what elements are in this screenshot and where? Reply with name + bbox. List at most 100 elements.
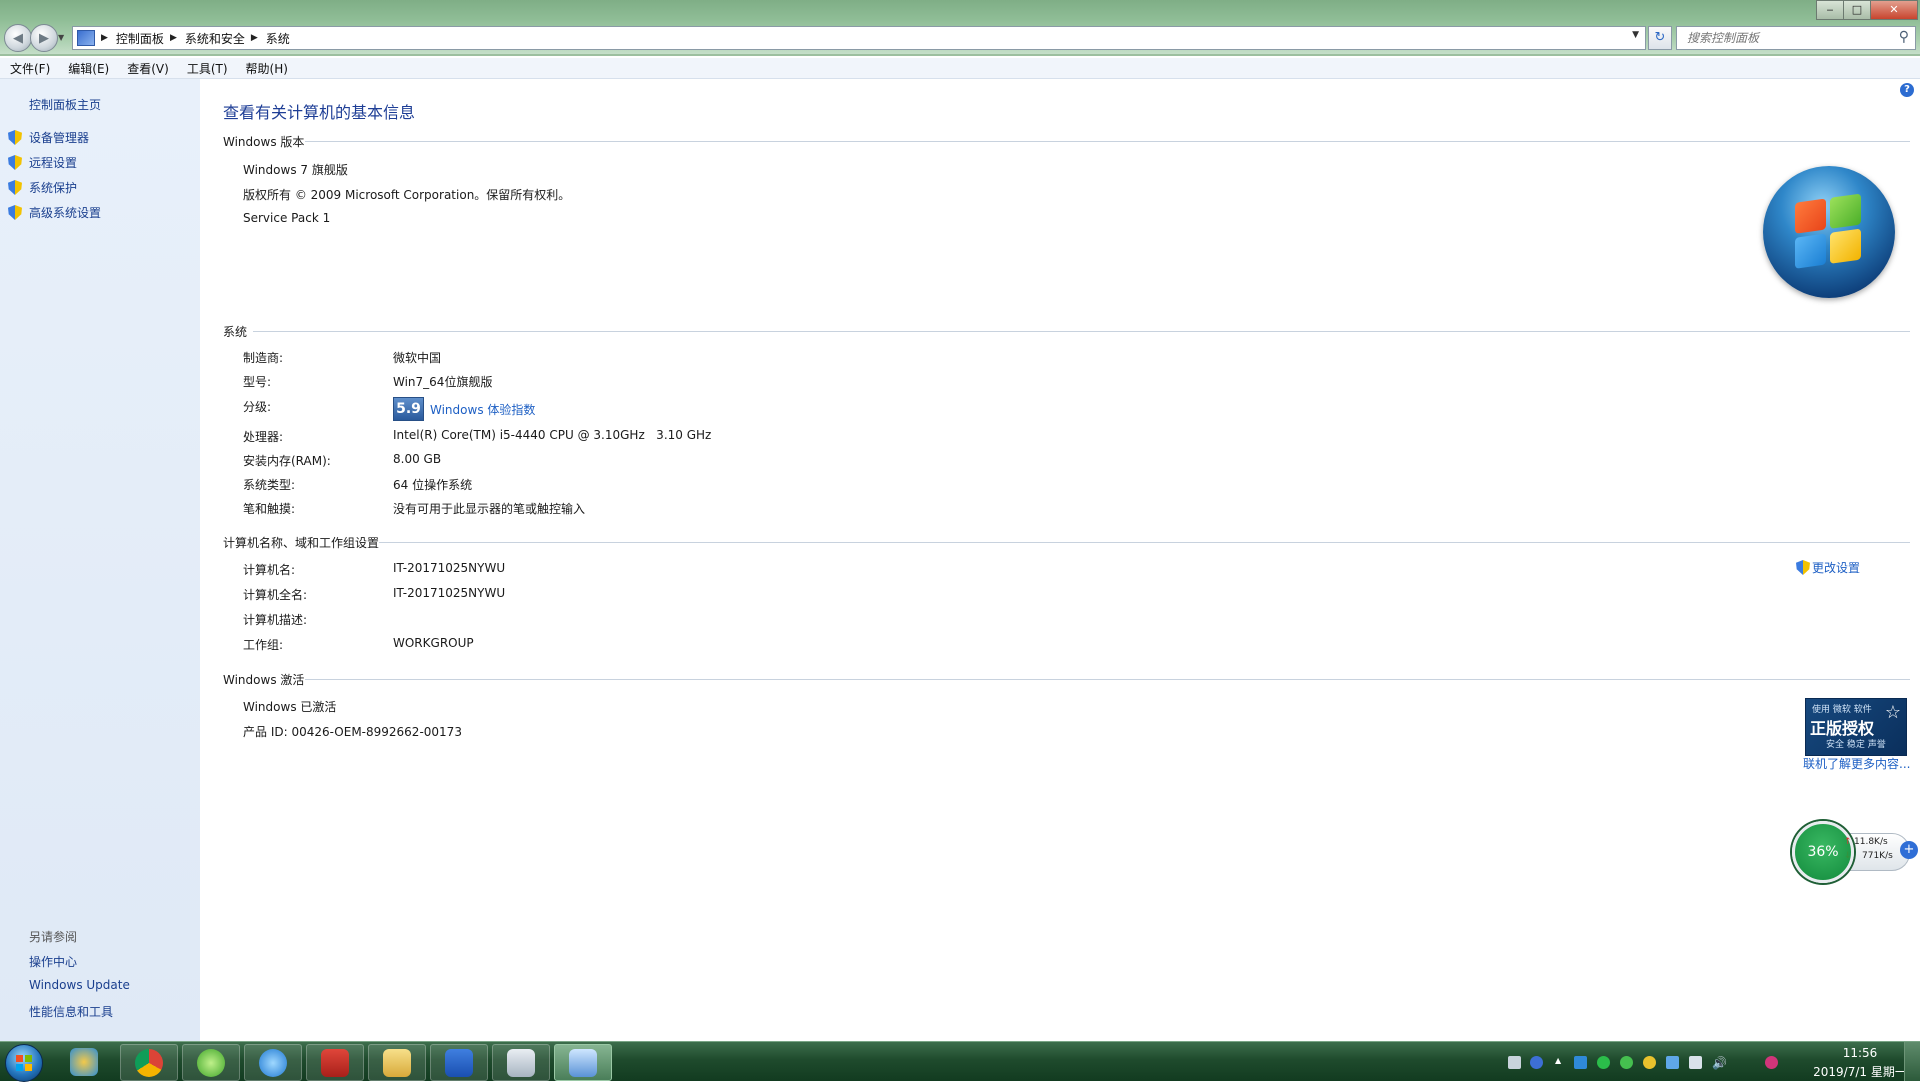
genuine-badge-main: 正版授权 bbox=[1810, 719, 1875, 738]
volume-icon[interactable]: 🔊 bbox=[1712, 1056, 1727, 1070]
accelerate-plus-icon[interactable]: + bbox=[1900, 841, 1918, 859]
search-box[interactable]: ⚲ bbox=[1676, 26, 1916, 50]
section-divider bbox=[253, 331, 1910, 332]
sidebar-home-link[interactable]: 控制面板主页 bbox=[29, 96, 101, 113]
see-also-heading: 另请参阅 bbox=[29, 930, 78, 944]
control-panel-icon bbox=[77, 30, 95, 46]
wps-writer-icon bbox=[445, 1048, 473, 1077]
breadcrumb-system-security[interactable]: 系统和安全 bbox=[185, 30, 245, 47]
see-also-windows-update[interactable]: Windows Update bbox=[29, 978, 130, 992]
back-button[interactable]: ◀ bbox=[4, 24, 32, 52]
help-icon[interactable]: ? bbox=[1900, 83, 1914, 97]
menu-tools[interactable]: 工具(T) bbox=[177, 60, 236, 77]
experience-index-rating[interactable]: 5.9 Windows 体验指数 bbox=[393, 397, 535, 421]
search-input[interactable] bbox=[1685, 30, 1894, 46]
show-hidden-icons-icon[interactable]: ▲ bbox=[1555, 1056, 1563, 1069]
sidebar-item-advanced-settings[interactable]: 高级系统设置 bbox=[8, 204, 101, 221]
chrome-icon bbox=[135, 1048, 163, 1077]
minimize-button[interactable]: ‒ bbox=[1816, 0, 1844, 20]
pink-tray-icon[interactable] bbox=[1765, 1056, 1778, 1069]
sidebar-item-label: 设备管理器 bbox=[29, 131, 90, 145]
section-divider bbox=[305, 141, 1910, 142]
window-titlebar: ◀ ▶ ▼ ▶ 控制面板 ▶ 系统和安全 ▶ 系统 ▼ ↻ ⚲ ‒ □ ✕ bbox=[0, 0, 1920, 56]
menu-help[interactable]: 帮助(H) bbox=[236, 60, 296, 77]
refresh-button[interactable]: ↻ bbox=[1648, 26, 1672, 50]
main-content: ? 查看有关计算机的基本信息 Windows 版本 Windows 7 旗舰版 … bbox=[200, 79, 1920, 1041]
menu-edit[interactable]: 编辑(E) bbox=[58, 60, 117, 77]
network-speed-widget[interactable]: 36% ↑ 11.8K/s ↓ 771K/s + bbox=[1792, 821, 1918, 883]
pen-touch-value: 没有可用于此显示器的笔或触控输入 bbox=[393, 502, 586, 516]
clock-date[interactable]: 2019/7/1 星期一 bbox=[1800, 1063, 1920, 1080]
computer-name-label: 计算机名: bbox=[243, 563, 296, 577]
service-pack: Service Pack 1 bbox=[243, 211, 331, 225]
upload-arrow-icon: ↑ bbox=[1844, 837, 1852, 847]
keyboard-icon[interactable] bbox=[1508, 1056, 1521, 1069]
wechat-icon[interactable] bbox=[1597, 1056, 1610, 1069]
full-computer-name-label: 计算机全名: bbox=[243, 588, 308, 602]
activation-status: Windows 已激活 bbox=[243, 700, 337, 714]
taskbar-app-explorer[interactable] bbox=[368, 1044, 426, 1081]
taskbar-app-security[interactable] bbox=[56, 1044, 112, 1079]
network-icon[interactable] bbox=[1689, 1056, 1702, 1069]
breadcrumb-separator-icon[interactable]: ▶ bbox=[170, 33, 177, 43]
taskbar-app-notes[interactable] bbox=[492, 1044, 550, 1081]
maximize-button[interactable]: □ bbox=[1843, 0, 1871, 20]
taskbar: ▲ 🔊 11:56 2019/7/1 星期一 bbox=[0, 1041, 1920, 1082]
taskbar-app-ie[interactable] bbox=[244, 1044, 302, 1081]
sidebar-item-system-protection[interactable]: 系统保护 bbox=[8, 179, 77, 196]
folder-icon bbox=[383, 1048, 411, 1077]
taskbar-app-redbag[interactable] bbox=[306, 1044, 364, 1081]
genuine-badge-bottom: 安全 稳定 声誉 bbox=[1826, 740, 1886, 750]
start-button[interactable] bbox=[5, 1044, 43, 1082]
recent-pages-dropdown-icon[interactable]: ▼ bbox=[58, 33, 64, 42]
download-manager-icon bbox=[197, 1048, 225, 1077]
processor-label: 处理器: bbox=[243, 430, 284, 444]
taskbar-app-chrome[interactable] bbox=[120, 1044, 178, 1081]
taskbar-app-control-panel[interactable] bbox=[554, 1044, 612, 1081]
change-settings-link[interactable]: 更改设置 bbox=[1796, 559, 1860, 576]
breadcrumb-system[interactable]: 系统 bbox=[266, 30, 290, 47]
rating-score-badge[interactable]: 5.9 bbox=[393, 397, 424, 421]
windows-flag-icon bbox=[16, 1055, 32, 1071]
taskbar-app-download-manager[interactable] bbox=[182, 1044, 240, 1081]
security-tray-icon[interactable] bbox=[1574, 1056, 1587, 1069]
sidebar-item-remote-settings[interactable]: 远程设置 bbox=[8, 154, 77, 171]
close-button[interactable]: ✕ bbox=[1870, 0, 1918, 20]
shield-tray-icon[interactable] bbox=[1666, 1056, 1679, 1069]
download-arrow-icon: ↓ bbox=[1844, 851, 1852, 861]
breadcrumb-separator-icon[interactable]: ▶ bbox=[251, 33, 258, 43]
see-also-performance-tools[interactable]: 性能信息和工具 bbox=[29, 1003, 113, 1020]
address-bar[interactable]: ▶ 控制面板 ▶ 系统和安全 ▶ 系统 ▼ bbox=[72, 26, 1646, 50]
system-section-heading: 系统 bbox=[223, 325, 248, 339]
search-icon[interactable]: ⚲ bbox=[1899, 29, 1909, 45]
windows-logo-icon bbox=[1763, 166, 1895, 298]
notes-icon bbox=[507, 1048, 535, 1077]
breadcrumb-separator-icon[interactable]: ▶ bbox=[101, 33, 108, 43]
clock-time[interactable]: 11:56 bbox=[1828, 1046, 1892, 1060]
forward-button[interactable]: ▶ bbox=[30, 24, 58, 52]
green-tray-icon[interactable] bbox=[1620, 1056, 1633, 1069]
experience-index-link[interactable]: Windows 体验指数 bbox=[430, 401, 535, 418]
workgroup-label: 工作组: bbox=[243, 638, 284, 652]
computer-name-section-heading: 计算机名称、域和工作组设置 bbox=[223, 536, 380, 550]
learn-more-online-link[interactable]: 联机了解更多内容... bbox=[1803, 755, 1910, 772]
ram-value: 8.00 GB bbox=[393, 452, 442, 466]
taskbar-app-wps[interactable] bbox=[430, 1044, 488, 1081]
genuine-microsoft-badge[interactable]: 使用 微软 软件 ☆ 正版授权 安全 稳定 声誉 bbox=[1805, 698, 1907, 756]
plus-tray-icon[interactable] bbox=[1643, 1056, 1656, 1069]
help-tray-icon[interactable] bbox=[1530, 1056, 1543, 1069]
sidebar-item-label: 高级系统设置 bbox=[29, 206, 102, 220]
manufacturer-value: 微软中国 bbox=[393, 351, 442, 365]
sidebar-item-device-manager[interactable]: 设备管理器 bbox=[8, 129, 89, 146]
internet-explorer-icon bbox=[259, 1048, 287, 1077]
show-desktop-button[interactable] bbox=[1904, 1042, 1920, 1081]
edition-section-heading: Windows 版本 bbox=[223, 135, 305, 149]
address-dropdown-icon[interactable]: ▼ bbox=[1632, 30, 1639, 40]
security-app-icon bbox=[70, 1047, 98, 1076]
menu-file[interactable]: 文件(F) bbox=[0, 60, 58, 77]
menu-view[interactable]: 查看(V) bbox=[117, 60, 177, 77]
breadcrumb-control-panel[interactable]: 控制面板 bbox=[116, 30, 164, 47]
ram-label: 安装内存(RAM): bbox=[243, 454, 331, 468]
see-also-action-center[interactable]: 操作中心 bbox=[29, 953, 77, 970]
computer-name-value: IT-20171025NYWU bbox=[393, 561, 506, 575]
